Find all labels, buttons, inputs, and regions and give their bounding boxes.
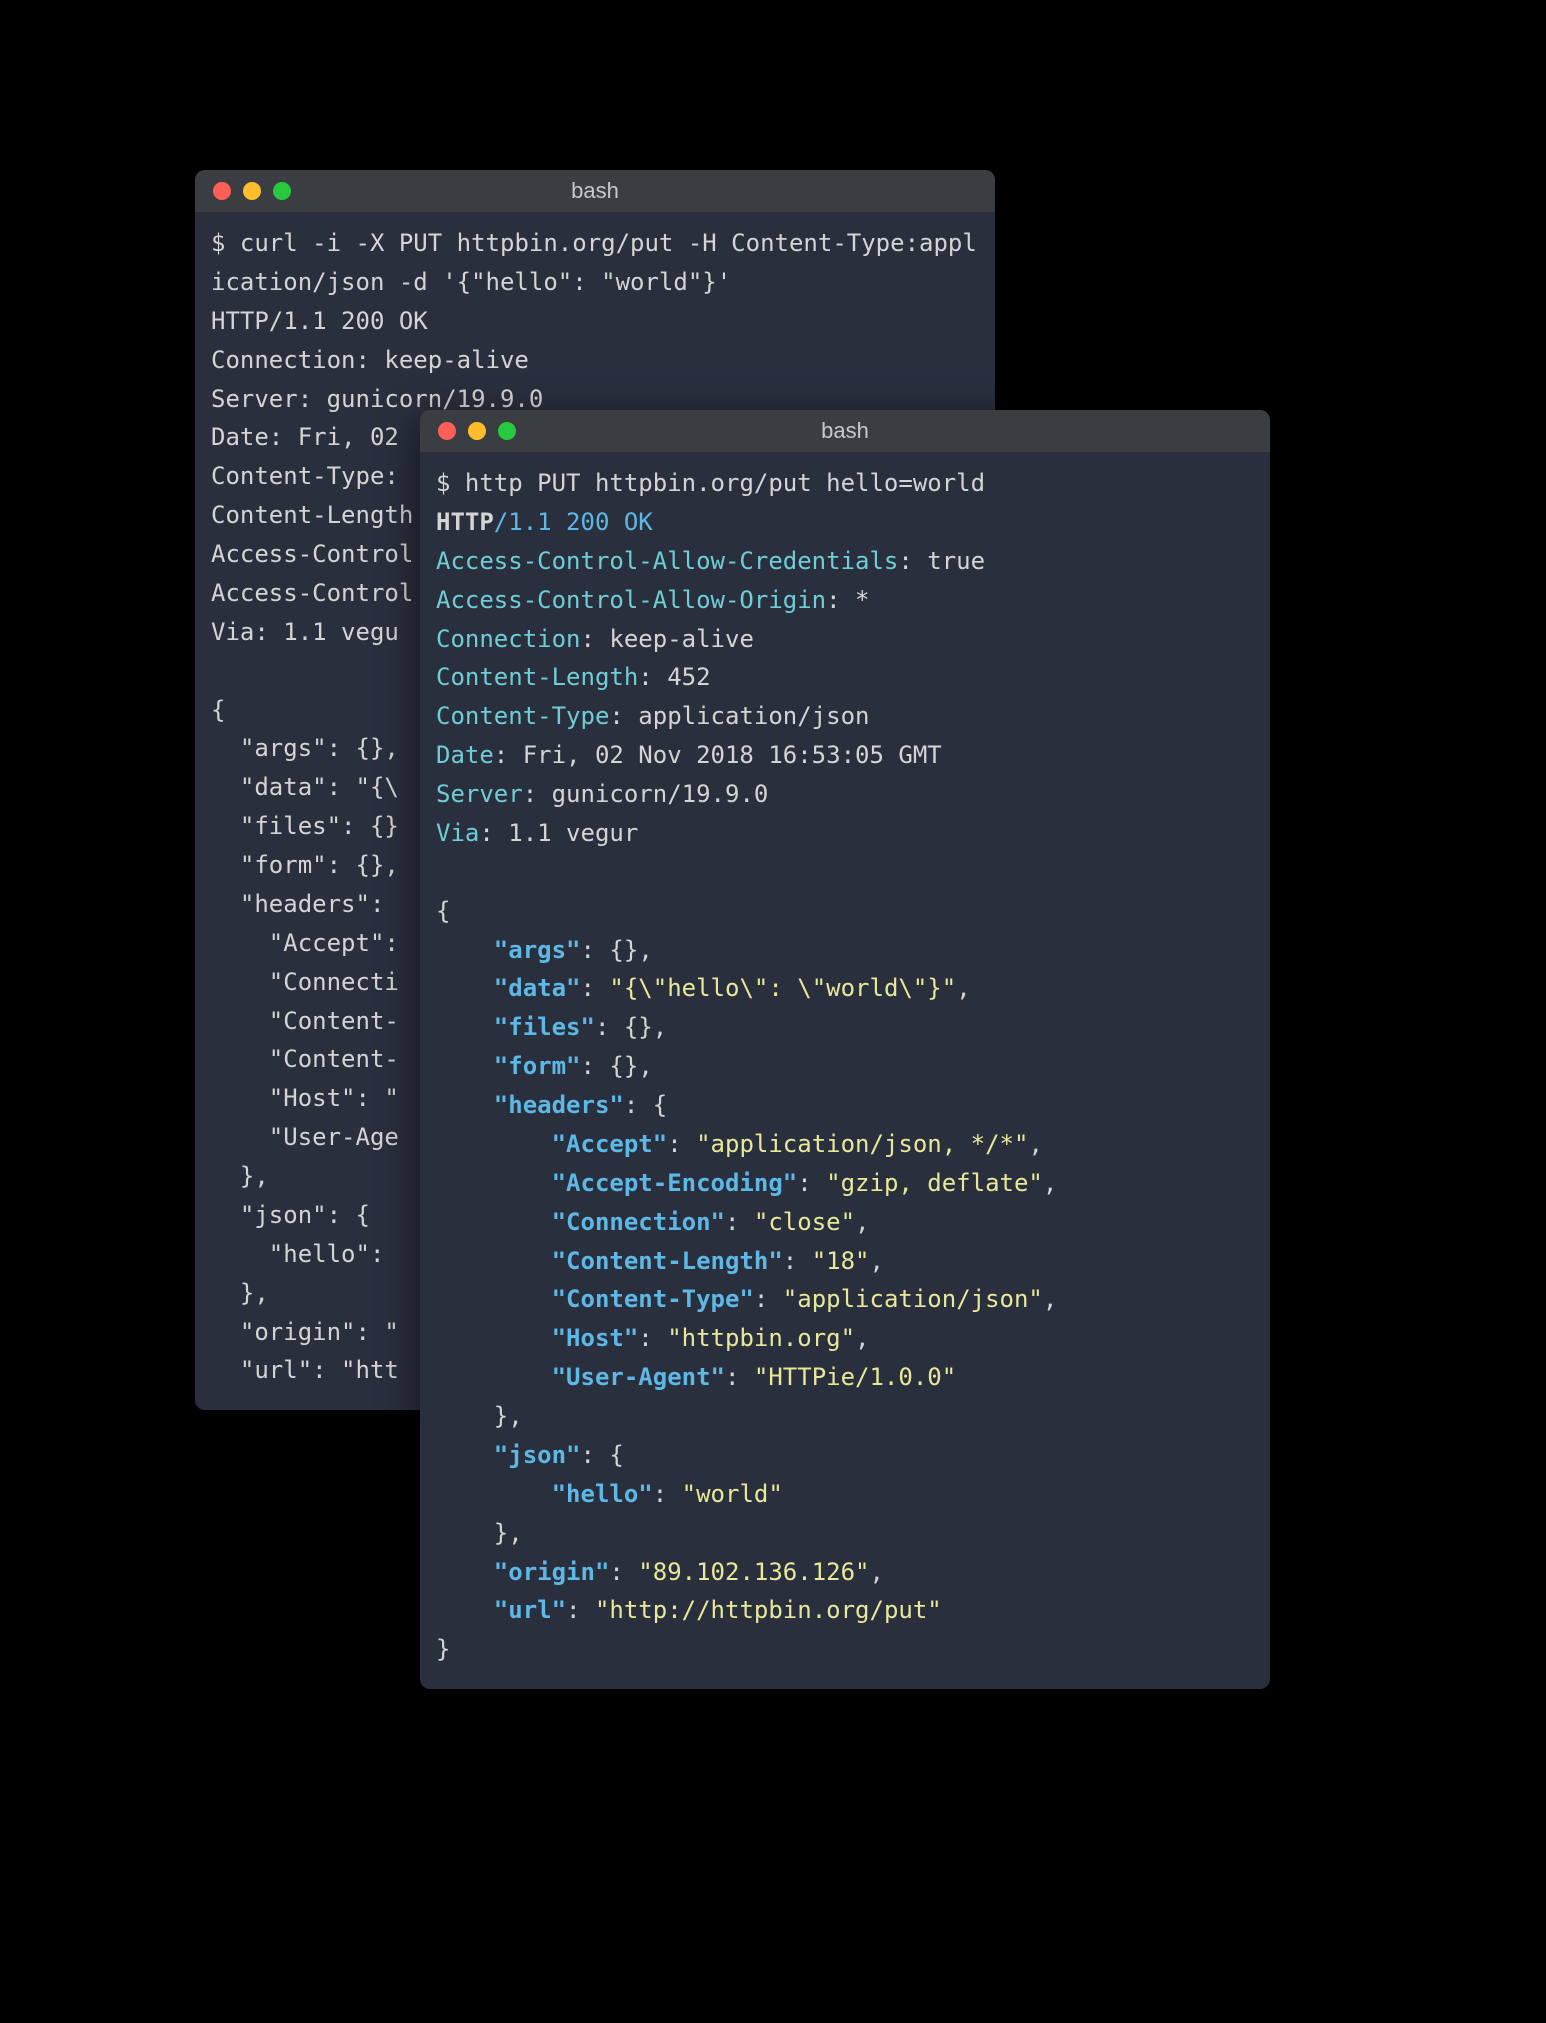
json-key: "Connection" — [552, 1208, 725, 1236]
close-icon[interactable] — [438, 422, 456, 440]
json-val: "gzip, deflate" — [826, 1169, 1043, 1197]
json-key: "files" — [494, 1013, 595, 1041]
minimize-icon[interactable] — [468, 422, 486, 440]
traffic-lights — [438, 422, 516, 440]
minimize-icon[interactable] — [243, 182, 261, 200]
prompt: $ — [211, 229, 225, 257]
json-key: "Content-Length" — [552, 1247, 783, 1275]
json-key: "User-Agent" — [552, 1363, 725, 1391]
close-icon[interactable] — [213, 182, 231, 200]
status-line: /1.1 200 OK — [494, 508, 653, 536]
json-key: "data" — [494, 974, 581, 1002]
json-key: "args" — [494, 936, 581, 964]
terminal-window-front: bash $ http PUT httpbin.org/put hello=wo… — [420, 410, 1270, 1689]
json-key: "Host" — [552, 1324, 639, 1352]
command-text: curl -i -X PUT httpbin.org/put -H Conten… — [211, 229, 977, 296]
json-key: "Content-Type" — [552, 1285, 754, 1313]
titlebar: bash — [195, 170, 995, 212]
json-key: "url" — [494, 1596, 566, 1624]
json-val: "world" — [682, 1480, 783, 1508]
json-val: "application/json" — [783, 1285, 1043, 1313]
window-title: bash — [195, 178, 995, 204]
prompt: $ — [436, 469, 450, 497]
maximize-icon[interactable] — [498, 422, 516, 440]
json-key: "json" — [494, 1441, 581, 1469]
colon: : — [581, 936, 610, 964]
json-val: "HTTPie/1.0.0" — [754, 1363, 956, 1391]
json-val: "{\"hello\": \"world\"}" — [609, 974, 956, 1002]
json-val: "application/json, */*" — [696, 1130, 1028, 1158]
json-key: "origin" — [494, 1558, 610, 1586]
json-val: {} — [609, 936, 638, 964]
terminal-output[interactable]: $ http PUT httpbin.org/put hello=world H… — [420, 452, 1270, 1689]
json-key: "headers" — [494, 1091, 624, 1119]
command-text: http PUT httpbin.org/put hello=world — [465, 469, 985, 497]
response-headers: Access-Control-Allow-Credentials: true A… — [436, 547, 985, 847]
brace: } — [436, 1635, 450, 1663]
json-val: {} — [624, 1013, 653, 1041]
window-title: bash — [420, 418, 1270, 444]
json-val: "httpbin.org" — [667, 1324, 855, 1352]
json-key: "hello" — [552, 1480, 653, 1508]
json-val: {} — [609, 1052, 638, 1080]
json-key: "form" — [494, 1052, 581, 1080]
maximize-icon[interactable] — [273, 182, 291, 200]
json-key: "Accept-Encoding" — [552, 1169, 798, 1197]
json-key: "Accept" — [552, 1130, 668, 1158]
brace: { — [436, 897, 450, 925]
json-val: "89.102.136.126" — [638, 1558, 869, 1586]
json-val: "close" — [754, 1208, 855, 1236]
json-val: "18" — [812, 1247, 870, 1275]
status-proto: HTTP — [436, 508, 494, 536]
json-val: "http://httpbin.org/put" — [595, 1596, 942, 1624]
titlebar: bash — [420, 410, 1270, 452]
traffic-lights — [213, 182, 291, 200]
